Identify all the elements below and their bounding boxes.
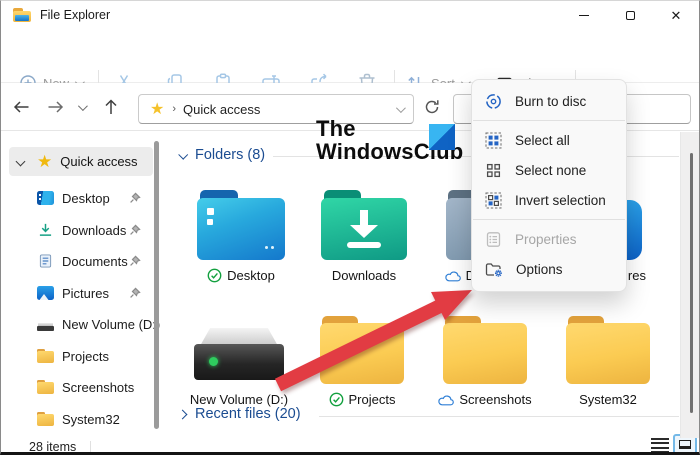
section-divider: [319, 416, 679, 417]
chevron-down-icon: [77, 100, 88, 111]
chevron-right-icon: [177, 409, 188, 419]
desktop-folder-icon: [197, 190, 285, 260]
menu-separator: [473, 219, 625, 220]
chevron-down-icon[interactable]: [395, 102, 406, 113]
tile-downloads[interactable]: Downloads: [306, 173, 422, 283]
folder-icon: [37, 412, 54, 426]
minimize-icon: [579, 14, 589, 16]
item-count: 28 items: [29, 440, 77, 454]
breadcrumb-chevron-icon: ›: [172, 103, 177, 115]
properties-icon: [486, 231, 501, 247]
select-none-icon: [486, 163, 501, 177]
title-bar: File Explorer ✕: [1, 1, 699, 29]
menu-item-invert-selection[interactable]: Invert selection: [472, 185, 626, 215]
sidebar-item-projects[interactable]: Projects: [1, 341, 153, 371]
recent-files-section-header[interactable]: Recent files (20): [177, 406, 301, 422]
tile-new-volume[interactable]: New Volume (D:): [181, 297, 297, 407]
sidebar-scrollbar[interactable]: [154, 141, 159, 429]
sidebar-item-new-volume[interactable]: New Volume (D:): [1, 309, 160, 339]
sidebar-item-quick-access[interactable]: ★ Quick access: [9, 147, 153, 176]
folder-icon: [37, 349, 54, 363]
pin-icon: [130, 287, 141, 298]
sync-check-icon: [207, 268, 222, 283]
sidebar-item-documents[interactable]: Documents: [1, 246, 153, 276]
sidebar-item-label: Quick access: [60, 154, 138, 169]
burn-disc-icon: [486, 93, 501, 109]
downloads-icon: [39, 223, 52, 236]
close-icon: ✕: [670, 7, 682, 23]
menu-item-burn-to-disc[interactable]: Burn to disc: [472, 86, 626, 116]
arrow-left-icon: [13, 101, 28, 113]
document-icon: [39, 254, 52, 268]
main-scrollbar-thumb[interactable]: [690, 153, 693, 413]
recent-locations-button[interactable]: [70, 93, 92, 121]
downloads-folder-icon: [321, 190, 407, 260]
maximize-icon: [625, 10, 635, 20]
pictures-icon: [37, 286, 54, 300]
hard-drive-icon: [194, 328, 284, 384]
chevron-down-icon: [178, 149, 189, 160]
thumbnail-view-icon: [679, 440, 691, 449]
main-scrollbar[interactable]: [680, 132, 699, 438]
folder-icon: [37, 380, 54, 394]
folder-icon: [566, 316, 650, 384]
sidebar-item-system32[interactable]: System32: [1, 404, 153, 434]
pin-icon: [130, 192, 141, 203]
window-title: File Explorer: [40, 8, 111, 22]
pin-icon: [130, 224, 141, 235]
see-more-menu: Burn to disc Select all Select none Inve…: [471, 79, 627, 292]
sidebar-item-pictures[interactable]: Pictures: [1, 278, 153, 308]
close-button[interactable]: ✕: [653, 1, 699, 29]
tile-desktop[interactable]: Desktop: [183, 173, 299, 283]
folders-section-header[interactable]: Folders (8): [178, 147, 265, 163]
invert-selection-icon: [485, 192, 502, 208]
forward-button[interactable]: [41, 93, 69, 121]
status-divider: [90, 441, 92, 452]
menu-separator: [473, 120, 625, 121]
tile-system32[interactable]: System32: [550, 297, 666, 407]
sidebar-item-downloads[interactable]: Downloads: [1, 215, 153, 245]
drive-icon: [37, 323, 54, 331]
up-button[interactable]: [97, 93, 125, 121]
refresh-icon: [425, 100, 439, 114]
sidebar-item-screenshots[interactable]: Screenshots: [1, 372, 153, 402]
folder-icon: [320, 316, 404, 384]
menu-item-select-none[interactable]: Select none: [472, 155, 626, 185]
breadcrumb: Quick access: [183, 101, 261, 117]
windowsclub-logo: The WindowsClub: [316, 117, 463, 163]
quick-access-star-icon: ★: [37, 151, 53, 171]
chevron-down-icon[interactable]: [15, 156, 26, 167]
pin-icon: [130, 255, 141, 266]
status-bar: 28 items: [1, 438, 699, 454]
back-button[interactable]: [7, 93, 35, 121]
tile-screenshots[interactable]: Screenshots: [427, 297, 543, 407]
folder-icon: [443, 316, 527, 384]
folder-app-icon: [13, 8, 31, 22]
select-all-icon: [485, 132, 502, 148]
menu-item-properties[interactable]: Properties: [472, 224, 626, 254]
details-view-toggle[interactable]: [651, 438, 669, 452]
windowsclub-logo-icon: [429, 124, 455, 150]
command-bar: New Sort View: [1, 29, 699, 96]
tile-projects[interactable]: Projects: [304, 297, 420, 407]
options-folder-gear-icon: [485, 262, 502, 277]
sidebar-item-desktop[interactable]: Desktop: [1, 183, 153, 213]
cloud-icon: [444, 270, 461, 281]
navigation-pane: ★ Quick access Desktop Downloads Documen…: [1, 131, 165, 438]
desktop-icon: [37, 191, 54, 205]
maximize-button[interactable]: [607, 1, 653, 29]
minimize-button[interactable]: [561, 1, 607, 29]
cloud-icon: [438, 394, 455, 405]
pinned-star-icon: ★: [150, 101, 165, 118]
arrow-right-icon: [48, 101, 63, 113]
menu-item-options[interactable]: Options: [472, 254, 626, 284]
file-explorer-window: File Explorer ✕ New: [0, 0, 700, 455]
arrow-up-icon: [105, 99, 117, 114]
sync-check-icon: [329, 392, 343, 407]
menu-item-select-all[interactable]: Select all: [472, 125, 626, 155]
